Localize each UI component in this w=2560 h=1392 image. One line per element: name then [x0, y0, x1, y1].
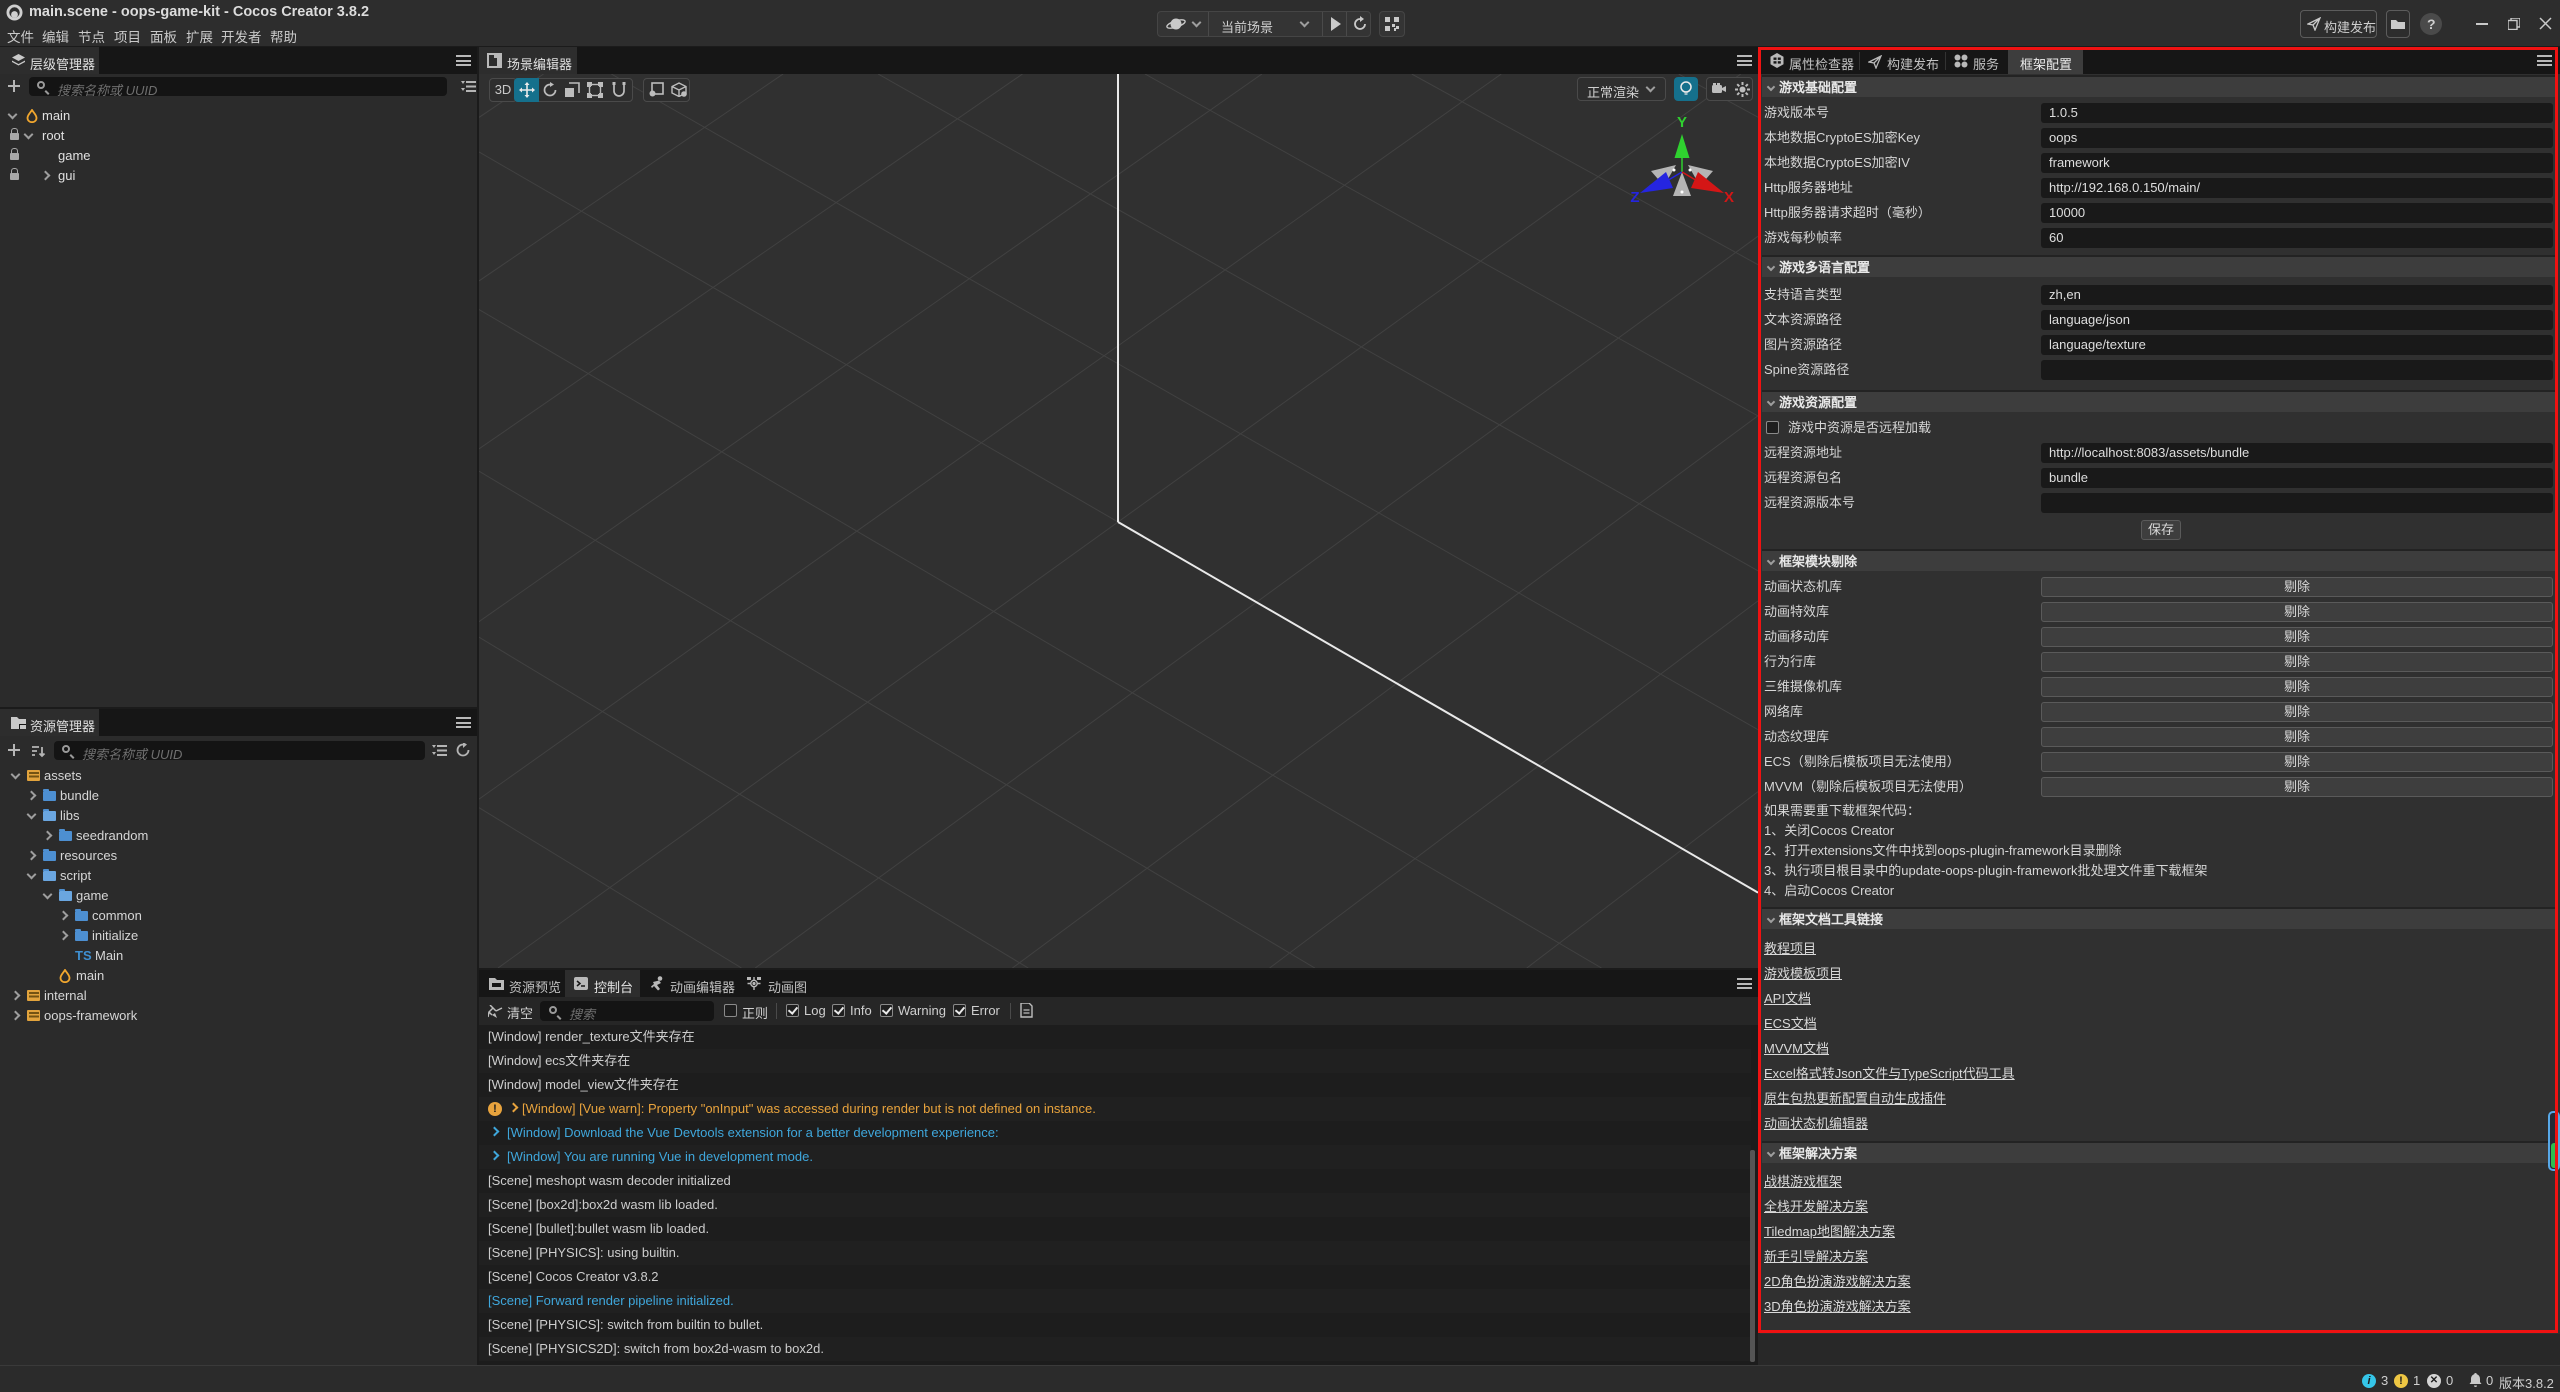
svg-text:X: X — [1724, 189, 1734, 206]
svg-text:Y: Y — [1677, 114, 1687, 131]
svg-text:Z: Z — [1630, 189, 1639, 206]
